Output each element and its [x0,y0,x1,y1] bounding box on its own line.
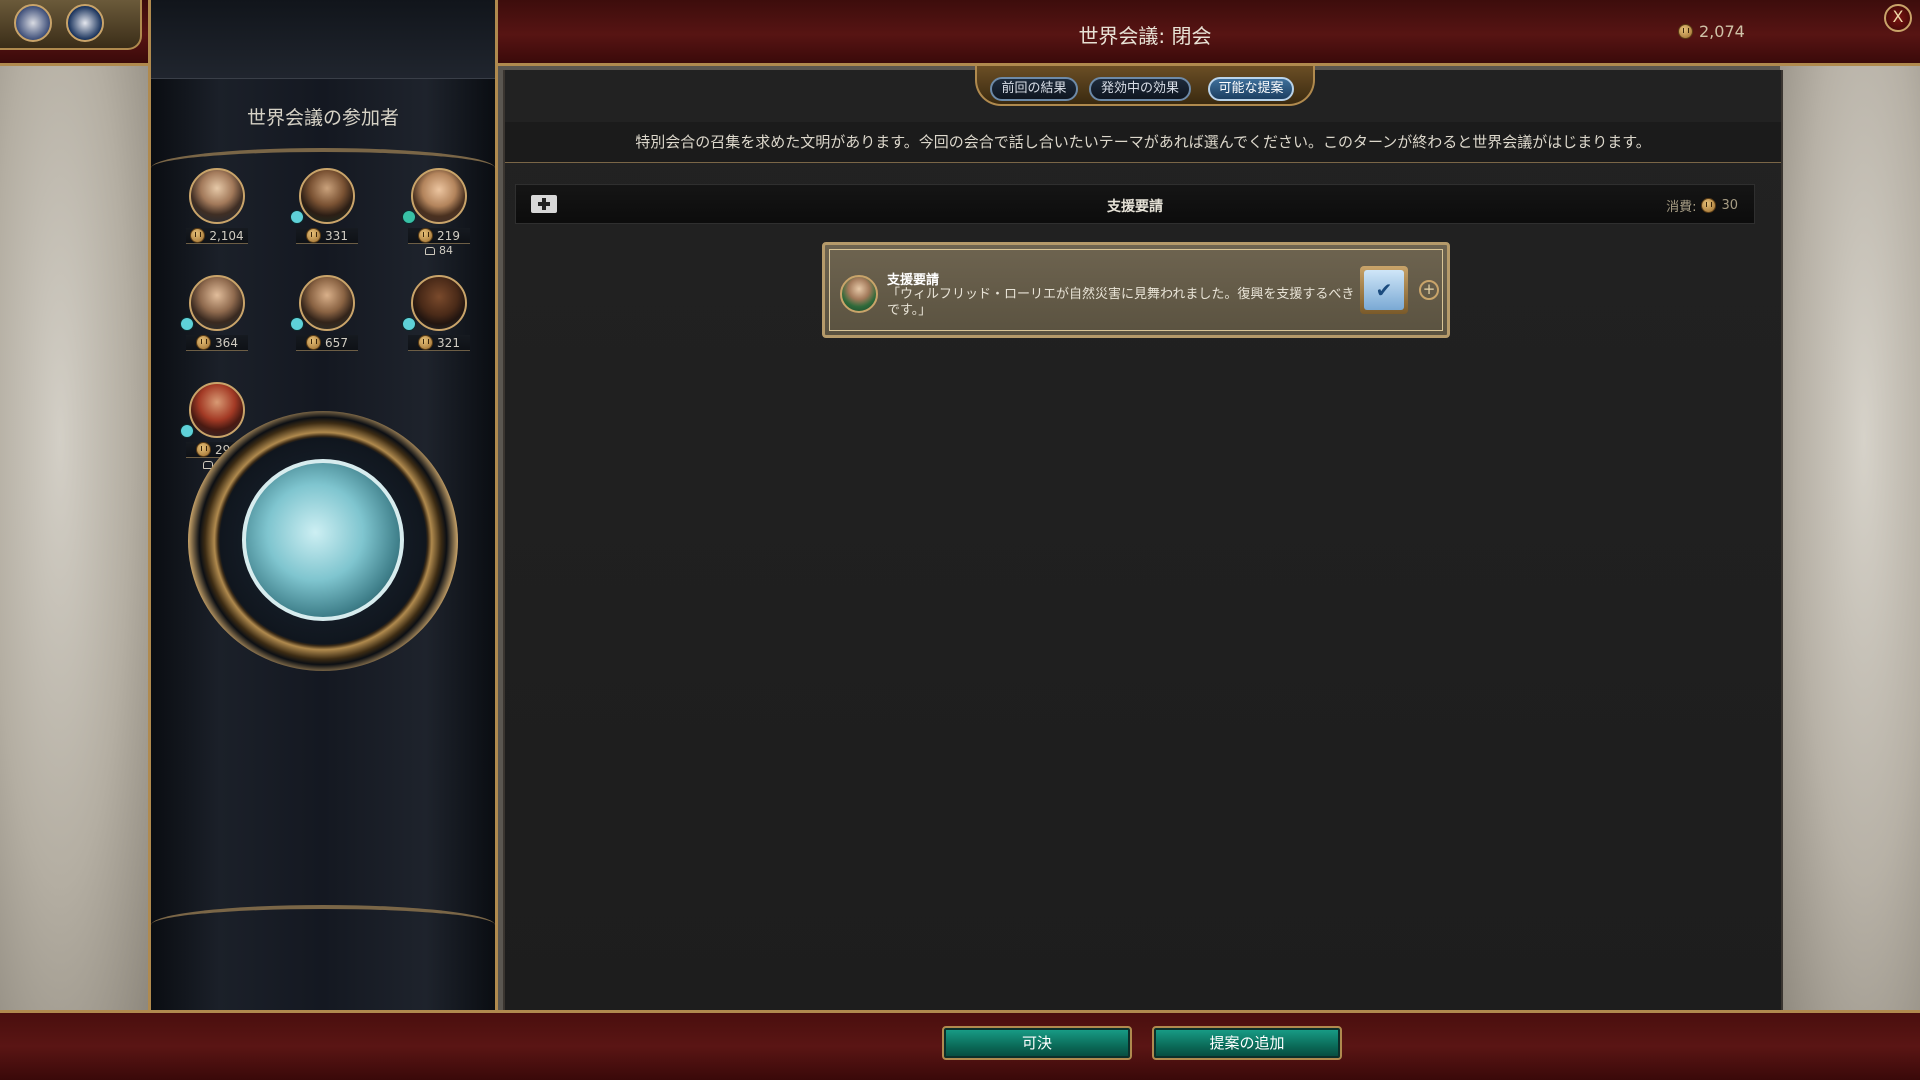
participant-5[interactable]: 657 [290,275,358,351]
banner-header [151,0,495,79]
participant-gold: 321 [408,335,470,351]
background-left [0,60,150,1010]
page-title: 世界会議: 閉会 [1078,24,1212,48]
participant-gold: 331 [296,228,358,244]
close-button[interactable]: X [1884,4,1912,32]
special-session-notice: 特別会合の召集を求めた文明があります。今回の会合で話し合いたいテーマがあれば選ん… [505,122,1781,163]
participant-gold: 364 [186,335,248,351]
add-proposal-button[interactable]: 提案の追加 [1152,1026,1342,1060]
participant-gold: 657 [296,335,358,351]
status-marker-icon [180,317,194,331]
favor-hand-icon [425,246,435,255]
banner-arc-bottom [151,905,495,945]
leader-portrait [299,168,355,224]
top-left-menu [0,0,142,50]
participant-2[interactable]: 331 [290,168,358,244]
cost-label: 消費: [1666,200,1697,215]
gold-coin-icon [418,335,434,350]
diplomacy-icon[interactable] [14,4,52,42]
background-right [1780,60,1920,1010]
gold-total: 2,074 [1678,22,1745,41]
cost-value: 30 [1721,198,1738,213]
gold-coin-icon [190,228,206,243]
add-plus-icon[interactable]: + [1419,280,1439,300]
status-marker-icon [290,210,304,224]
leader-portrait [840,275,878,313]
proposal-card[interactable]: 支援要請 「ウィルフリッド・ローリエが自然災害に見舞われました。復興を支援するべ… [822,242,1450,338]
participant-gold: 219 [408,228,470,244]
leader-portrait [189,382,245,438]
section-title: 支援要請 [1107,199,1163,215]
proposal-section-header: 支援要請 消費: 30 [515,184,1755,224]
status-marker-icon [290,317,304,331]
checkmark-icon: ✔ [1364,270,1404,310]
approve-button[interactable]: 可決 [942,1026,1132,1060]
world-congress-emblem [188,411,458,671]
participant-1[interactable]: 2,104 [186,168,248,244]
gold-coin-icon [306,335,322,350]
participant-gold: 2,104 [186,228,248,244]
leader-portrait [189,168,245,224]
tab-active-effects[interactable]: 発効中の効果 [1089,77,1191,101]
proposal-select-checkbox[interactable]: ✔ [1360,266,1408,314]
gold-coin-icon [196,335,212,350]
gold-coin-icon [196,442,212,457]
leader-portrait [299,275,355,331]
gold-coin-icon [306,228,322,243]
world-congress-icon[interactable] [66,4,104,42]
section-cost: 消費: 30 [1666,196,1738,215]
globe-laurel-icon [242,459,404,621]
proposal-title: 支援要請 [887,273,940,288]
leader-portrait [411,275,467,331]
status-marker-icon [402,317,416,331]
leader-portrait [189,275,245,331]
tab-previous-results[interactable]: 前回の結果 [990,77,1078,101]
leader-portrait [411,168,467,224]
participant-3[interactable]: 219 84 [402,168,470,257]
participant-4[interactable]: 364 [180,275,248,351]
gold-coin-icon [418,228,434,243]
participant-favor: 84 [408,244,470,257]
status-marker-icon [180,424,194,438]
tab-available-proposals[interactable]: 可能な提案 [1208,77,1294,101]
proposal-description: 「ウィルフリッド・ローリエが自然災害に見舞われました。復興を支援するべきです。」 [887,287,1355,318]
gold-amount: 2,074 [1699,22,1745,41]
gold-coin-icon [1701,198,1717,213]
participant-6[interactable]: 321 [402,275,470,351]
gold-coin-icon [1678,24,1693,39]
participants-title: 世界会議の参加者 [246,107,399,129]
status-marker-icon [402,210,416,224]
